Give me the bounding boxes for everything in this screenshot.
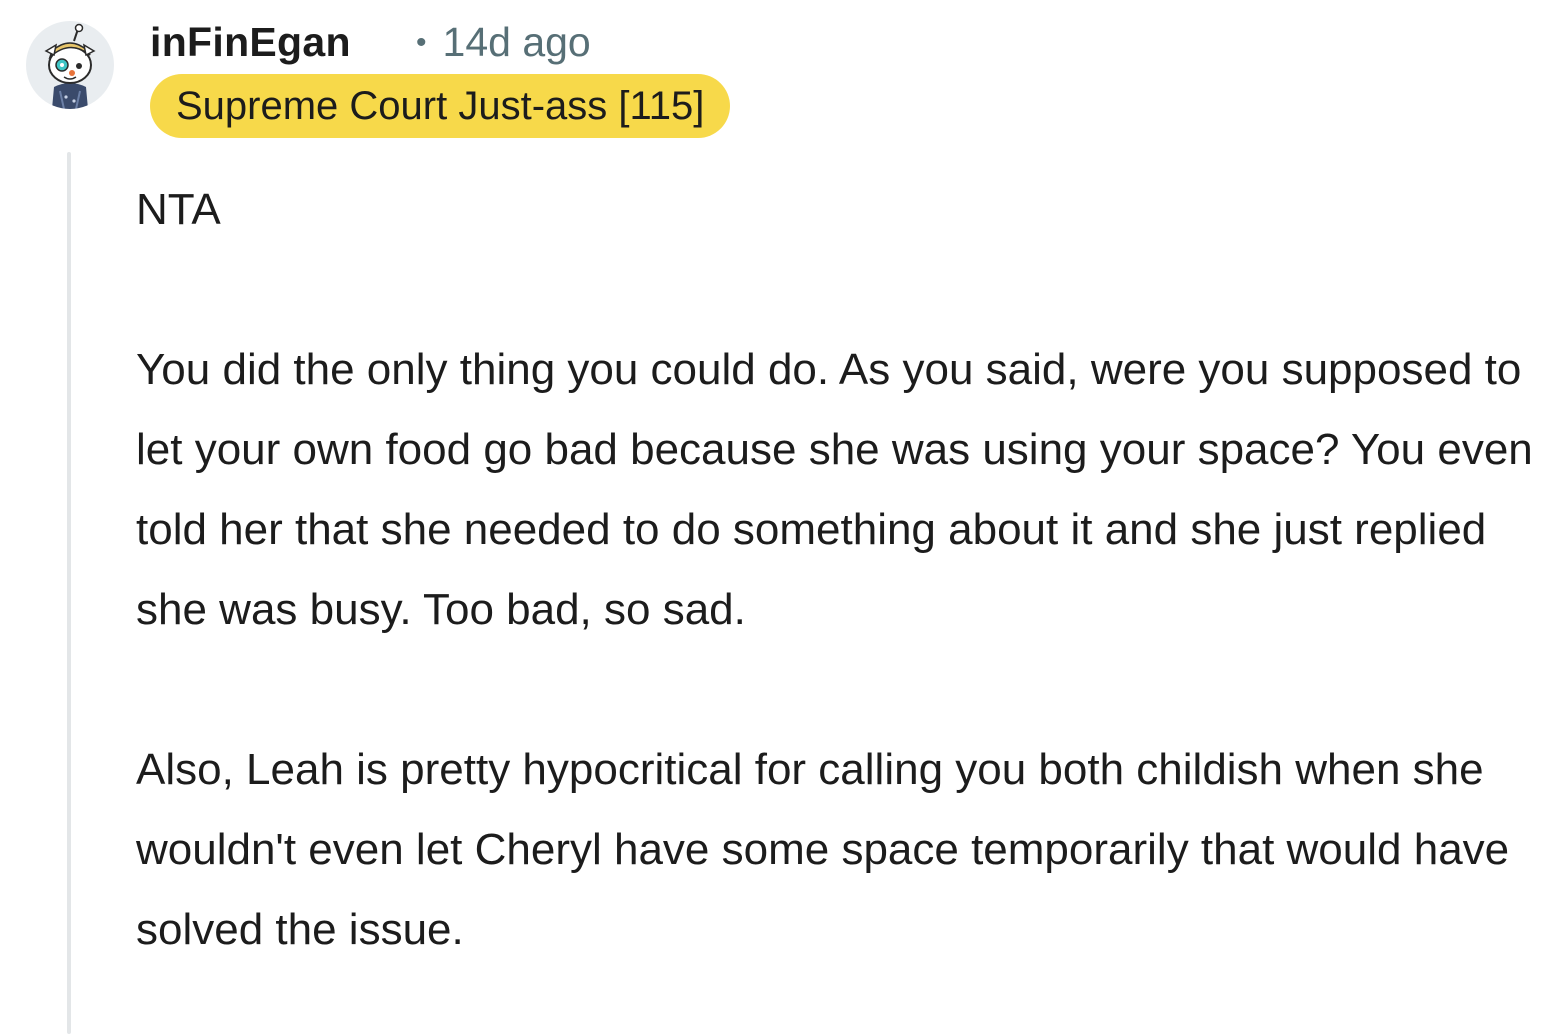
comment-paragraph: You did the only thing you could do. As … [136, 345, 1533, 634]
comment-meta: • 14d ago [416, 16, 591, 73]
comment: inFinEgan • 14d ago Supreme Court Just-as… [0, 0, 1542, 1034]
thread-line[interactable] [67, 152, 71, 1034]
user-avatar[interactable] [26, 21, 114, 109]
user-flair: Supreme Court Just-ass [115] [150, 74, 731, 138]
comment-paragraph: Also, Leah is pretty hypocritical for ca… [136, 745, 1510, 954]
meta-separator: • [416, 26, 427, 59]
snoo-avatar-icon [44, 23, 96, 109]
comment-timestamp[interactable]: 14d ago [443, 19, 591, 65]
comment-body: NTA You did the only thing you could do.… [136, 170, 1536, 970]
comment-author[interactable]: inFinEgan [150, 16, 351, 68]
comment-paragraph: NTA [136, 185, 221, 234]
